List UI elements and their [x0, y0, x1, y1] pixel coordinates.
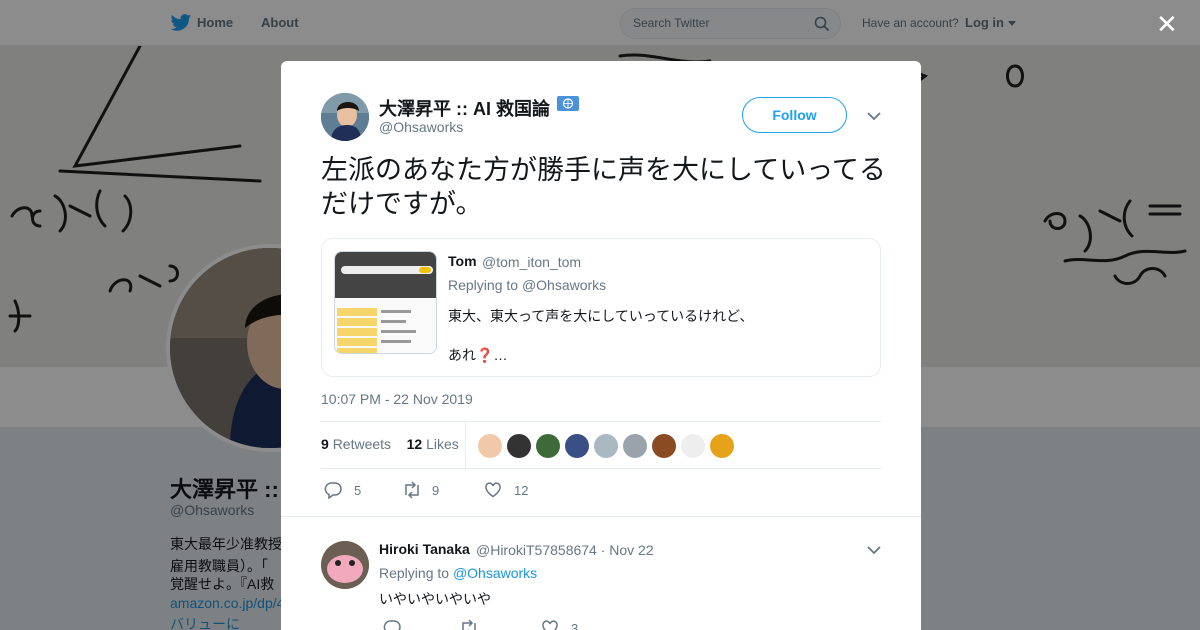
- author-name[interactable]: 大澤昇平 :: AI 救国論: [379, 95, 550, 121]
- quoted-ellipsis: …: [493, 347, 508, 363]
- replying-prefix: Replying to: [379, 565, 450, 581]
- liker-avatar[interactable]: [507, 434, 531, 458]
- close-icon[interactable]: ✕: [1156, 11, 1178, 37]
- heart-icon[interactable]: [484, 481, 502, 499]
- replying-to-handle: @Ohsaworks: [521, 277, 607, 293]
- reply-author-avatar[interactable]: [321, 541, 369, 589]
- liker-avatar[interactable]: [681, 434, 705, 458]
- quoted-tweet-thumbnail[interactable]: [334, 251, 437, 354]
- heart-icon[interactable]: [541, 619, 559, 630]
- liker-avatar[interactable]: [565, 434, 589, 458]
- like-count: 12: [514, 483, 529, 498]
- liker-avatar[interactable]: [652, 434, 676, 458]
- retweet-icon[interactable]: [459, 619, 479, 630]
- quoted-tweet[interactable]: Tom @tom_iton_tom Replying to @Ohsaworks…: [321, 238, 881, 377]
- liker-avatar[interactable]: [478, 434, 502, 458]
- follow-button[interactable]: Follow: [742, 97, 847, 133]
- likes-label: Likes: [426, 436, 459, 452]
- tweet-timestamp[interactable]: 10:07 PM - 22 Nov 2019: [321, 391, 473, 407]
- reply-count: 5: [354, 483, 362, 498]
- quoted-replying-to: Replying to @Ohsaworks: [448, 277, 606, 293]
- liker-avatar[interactable]: [710, 434, 734, 458]
- reply-author-handle[interactable]: @HirokiT57858674 · Nov 22: [476, 542, 654, 558]
- question-mark-emoji: ❓: [476, 347, 494, 363]
- liker-avatar[interactable]: [536, 434, 560, 458]
- chevron-down-icon[interactable]: [867, 111, 881, 121]
- quoted-text-line: あれ❓…: [448, 345, 507, 365]
- quoted-author-name[interactable]: Tom: [448, 253, 477, 269]
- tweet-text: 左派のあなた方が勝手に声を大にしていってるだけですが。: [321, 155, 886, 219]
- tweet-modal: 大澤昇平 :: AI 救国論 @Ohsaworks Follow 左派のあなた方…: [281, 61, 921, 630]
- retweets-label: Retweets: [332, 436, 392, 452]
- un-flag-icon: [557, 96, 579, 111]
- divider: [321, 421, 881, 422]
- replying-to-handle[interactable]: @Ohsaworks: [453, 565, 537, 581]
- replying-prefix: Replying to: [448, 277, 519, 293]
- reply-text: いやいやいやいや: [379, 591, 491, 607]
- divider: [465, 422, 466, 468]
- divider: [281, 516, 921, 517]
- retweets-stat[interactable]: 9 Retweets 12 Likes: [321, 436, 459, 452]
- reply-icon[interactable]: [324, 481, 342, 499]
- author-avatar[interactable]: [321, 93, 369, 141]
- retweet-count: 9: [432, 483, 440, 498]
- liker-avatar[interactable]: [623, 434, 647, 458]
- likes-count: 12: [406, 436, 423, 452]
- divider: [321, 468, 881, 469]
- reply-icon[interactable]: [383, 619, 401, 630]
- quoted-author-handle[interactable]: @tom_iton_tom: [482, 254, 581, 270]
- chevron-down-icon[interactable]: [867, 545, 881, 555]
- retweet-icon[interactable]: [402, 481, 422, 499]
- reply-replying-to: Replying to @Ohsaworks: [379, 565, 537, 581]
- liker-avatar[interactable]: [594, 434, 618, 458]
- quoted-text-line: 東大、東大って声を大にしていっているけれど、: [448, 308, 754, 324]
- like-count: 3: [571, 621, 579, 630]
- author-handle[interactable]: @Ohsaworks: [379, 119, 463, 135]
- retweets-count: 9: [321, 436, 329, 452]
- quoted-text-fragment: あれ: [448, 347, 476, 363]
- reply-author-name[interactable]: Hiroki Tanaka: [379, 541, 470, 557]
